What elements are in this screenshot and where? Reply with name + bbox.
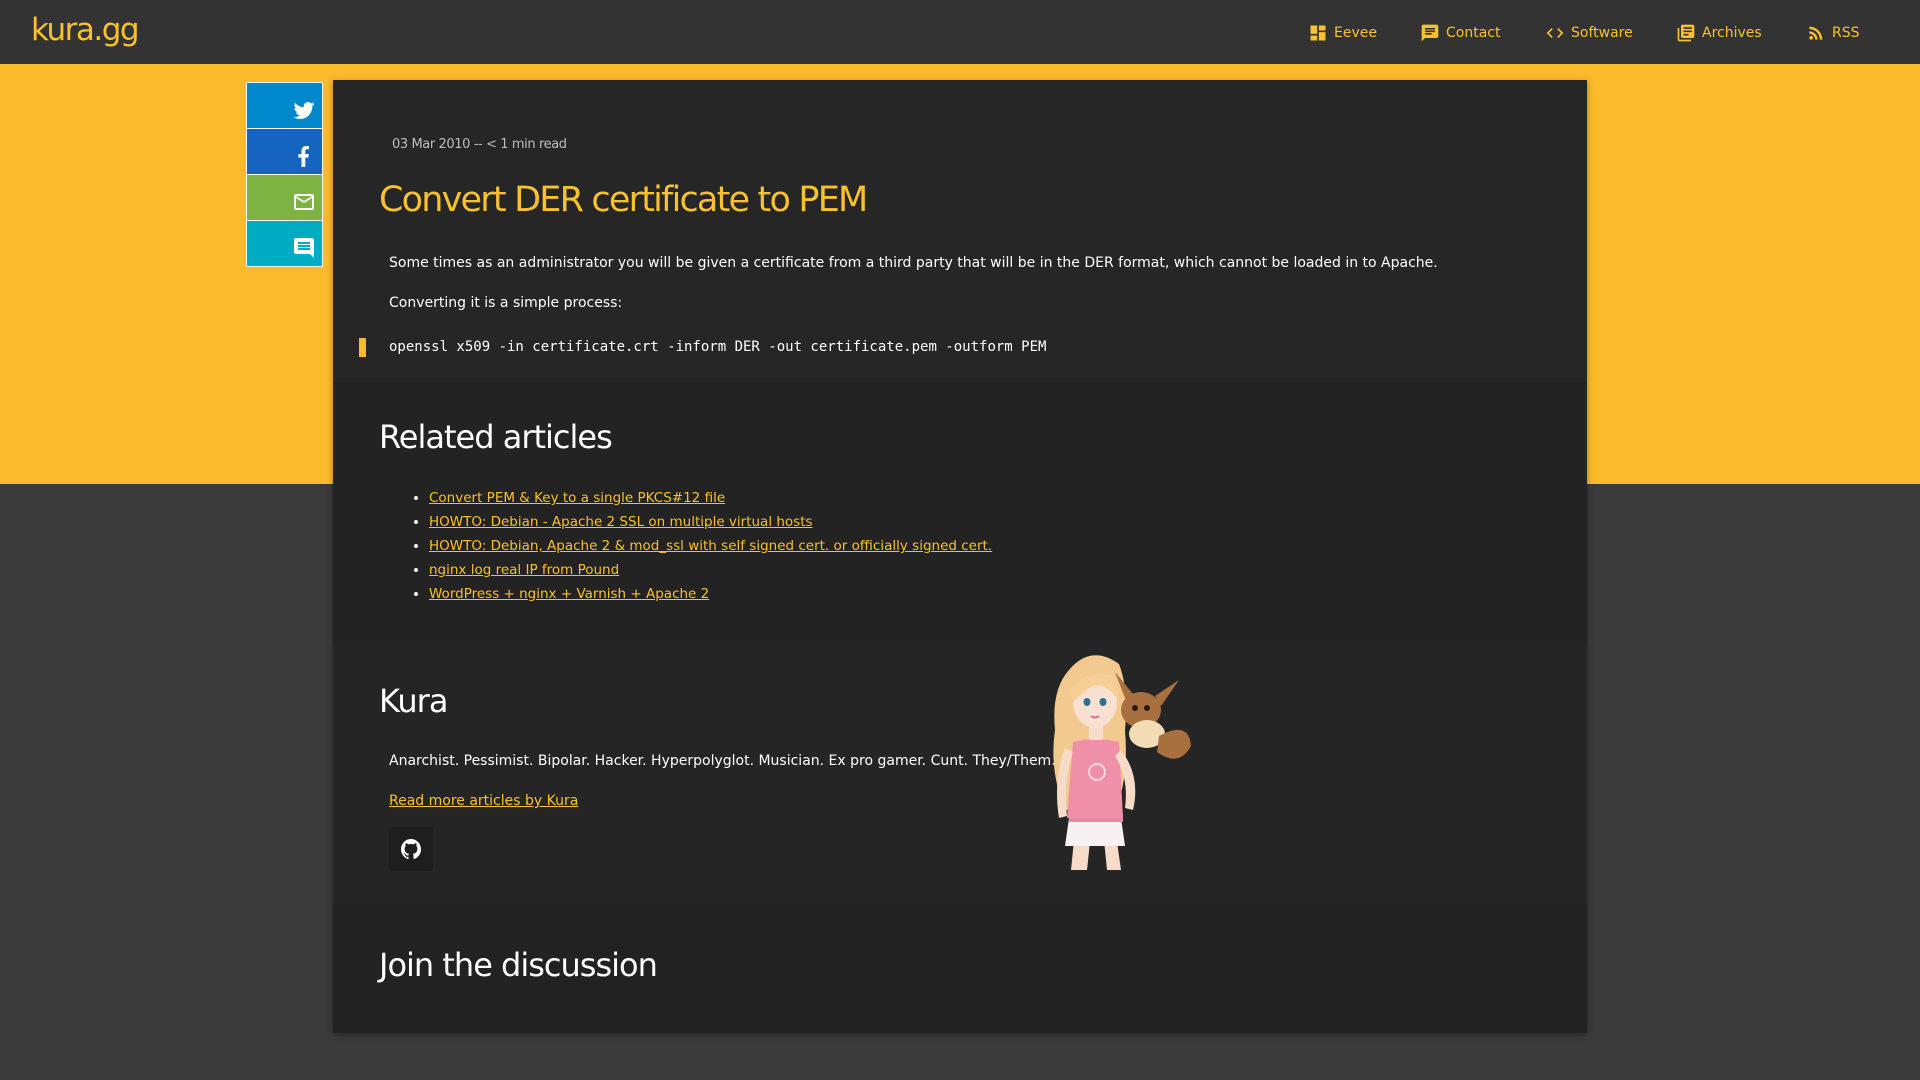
read-more-link[interactable]: Read more articles by Kura — [389, 793, 578, 809]
list-item: nginx log real IP from Pound — [429, 558, 992, 582]
post-meta: 03 Mar 2010 -- < 1 min read — [392, 137, 567, 152]
list-item: WordPress + nginx + Varnish + Apache 2 — [429, 582, 992, 606]
share-comments-button[interactable] — [247, 221, 322, 266]
nav-item-contact[interactable]: Contact — [1420, 22, 1500, 44]
post-paragraph: Some times as an administrator you will … — [389, 255, 1438, 271]
top-navbar: kura.gg Eevee Contact Software Archives … — [0, 0, 1920, 64]
nav-item-label: Archives — [1702, 25, 1762, 41]
author-name: Kura — [379, 682, 448, 720]
nav-item-eevee[interactable]: Eevee — [1308, 22, 1377, 44]
chat-icon — [1420, 23, 1440, 43]
code-block: openssl x509 -in certificate.crt -inform… — [389, 339, 1047, 355]
list-item: Convert PEM & Key to a single PKCS#12 fi… — [429, 486, 992, 510]
nav-item-archives[interactable]: Archives — [1676, 22, 1762, 44]
related-link[interactable]: HOWTO: Debian, Apache 2 & mod_ssl with s… — [429, 538, 992, 554]
post-section — [333, 80, 1587, 382]
rss-feed-icon — [1806, 23, 1826, 43]
related-link[interactable]: nginx log real IP from Pound — [429, 562, 619, 578]
github-link[interactable] — [389, 827, 433, 871]
author-section — [333, 642, 1587, 904]
nav-item-label: Eevee — [1334, 25, 1377, 41]
share-email-button[interactable] — [247, 175, 322, 220]
related-link[interactable]: HOWTO: Debian - Apache 2 SSL on multiple… — [429, 514, 813, 530]
related-link[interactable]: WordPress + nginx + Varnish + Apache 2 — [429, 586, 709, 602]
related-heading: Related articles — [379, 418, 613, 456]
post-title: Convert DER certificate to PEM — [379, 180, 868, 220]
code-block-marker — [359, 338, 366, 357]
related-link[interactable]: Convert PEM & Key to a single PKCS#12 fi… — [429, 490, 725, 506]
code-icon — [1545, 23, 1565, 43]
nav-item-label: Contact — [1446, 25, 1501, 41]
share-facebook-button[interactable] — [247, 129, 322, 174]
related-list: Convert PEM & Key to a single PKCS#12 fi… — [429, 486, 992, 606]
discussion-heading: Join the discussion — [379, 946, 658, 984]
share-twitter-button[interactable] — [247, 83, 322, 128]
post-paragraph: Converting it is a simple process: — [389, 295, 623, 311]
share-bar — [246, 82, 323, 267]
nav-item-software[interactable]: Software — [1545, 22, 1633, 44]
nav-item-label: RSS — [1832, 25, 1860, 41]
author-avatar — [1053, 655, 1191, 870]
dashboard-icon — [1308, 23, 1328, 43]
library-books-icon — [1676, 23, 1696, 43]
list-item: HOWTO: Debian, Apache 2 & mod_ssl with s… — [429, 534, 992, 558]
list-item: HOWTO: Debian - Apache 2 SSL on multiple… — [429, 510, 992, 534]
author-bio: Anarchist. Pessimist. Bipolar. Hacker. H… — [389, 753, 1056, 769]
nav-item-label: Software — [1571, 25, 1633, 41]
nav-item-rss[interactable]: RSS — [1806, 22, 1860, 44]
site-logo[interactable]: kura.gg — [31, 12, 140, 48]
